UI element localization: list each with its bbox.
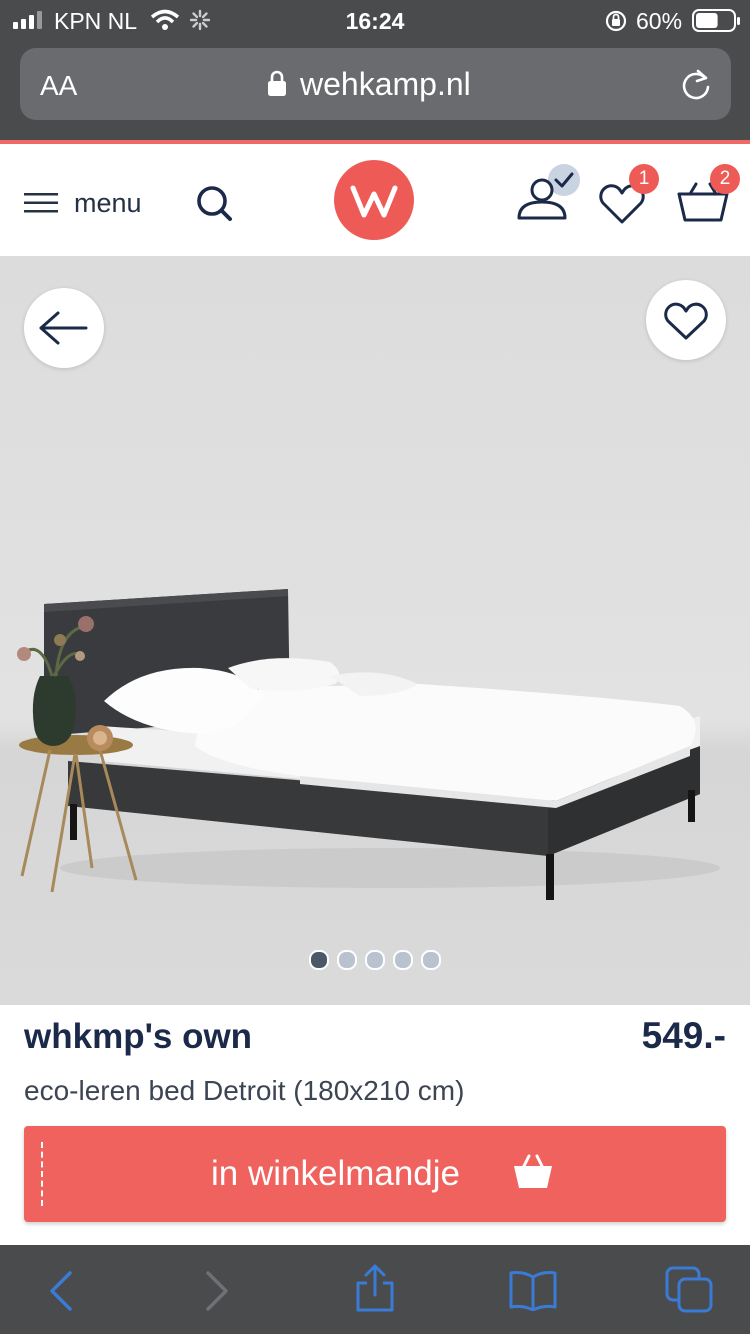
product-info: whkmp's own 549.- eco-leren bed Detroit … <box>0 1005 750 1245</box>
product-image-gallery[interactable] <box>0 256 750 1005</box>
tabs-icon[interactable] <box>664 1265 716 1315</box>
account-button[interactable] <box>514 164 584 244</box>
heart-outline-icon <box>664 302 708 340</box>
lock-icon <box>268 70 286 96</box>
product-photo-bed <box>17 589 720 900</box>
status-bar: KPN NL 16:24 60% <box>0 0 750 42</box>
favorites-count-badge: 1 <box>629 164 659 194</box>
gallery-dot-5[interactable] <box>421 950 441 970</box>
gallery-dot-4[interactable] <box>393 950 413 970</box>
share-icon[interactable] <box>354 1263 396 1313</box>
menu-label: menu <box>74 188 142 218</box>
address-bar[interactable]: AA wehkamp.nl <box>20 48 731 120</box>
product-name: eco-leren bed Detroit (180x210 cm) <box>24 1075 465 1106</box>
reload-icon[interactable] <box>679 68 713 102</box>
site-header: menu 1 2 <box>0 144 750 256</box>
chevron-left-icon[interactable] <box>48 1271 74 1311</box>
browser-toolbar <box>0 1245 750 1334</box>
button-divider <box>41 1142 43 1206</box>
wehkamp-logo[interactable] <box>334 160 414 240</box>
add-to-cart-button[interactable]: in winkelmandje <box>24 1126 726 1222</box>
battery-percentage: 60% <box>636 8 683 34</box>
hamburger-icon <box>24 193 58 213</box>
user-icon <box>517 164 580 220</box>
gallery-dot-1[interactable] <box>309 950 329 970</box>
text-size-button[interactable]: AA <box>40 70 77 102</box>
search-icon[interactable] <box>195 184 235 224</box>
url-domain[interactable]: wehkamp.nl <box>300 66 471 103</box>
add-to-cart-label: in winkelmandje <box>211 1154 461 1193</box>
gallery-dot-3[interactable] <box>365 950 385 970</box>
basket-icon <box>514 1154 552 1188</box>
menu-button[interactable]: menu <box>24 182 164 222</box>
gallery-dot-2[interactable] <box>337 950 357 970</box>
orientation-lock-icon <box>605 10 627 32</box>
back-button[interactable] <box>24 288 104 368</box>
product-price: 549.- <box>641 1015 726 1056</box>
product-brand[interactable]: whkmp's own <box>24 1017 252 1057</box>
wishlist-button[interactable] <box>646 280 726 360</box>
cart-count-badge: 2 <box>710 164 740 194</box>
bookmarks-icon[interactable] <box>508 1269 558 1311</box>
favorites-button[interactable]: 1 <box>596 164 666 244</box>
chevron-right-icon[interactable] <box>204 1271 230 1311</box>
cart-button[interactable]: 2 <box>676 164 746 244</box>
logo-w-mark <box>350 185 398 218</box>
arrow-left-icon <box>39 311 88 345</box>
battery-icon <box>692 9 740 32</box>
